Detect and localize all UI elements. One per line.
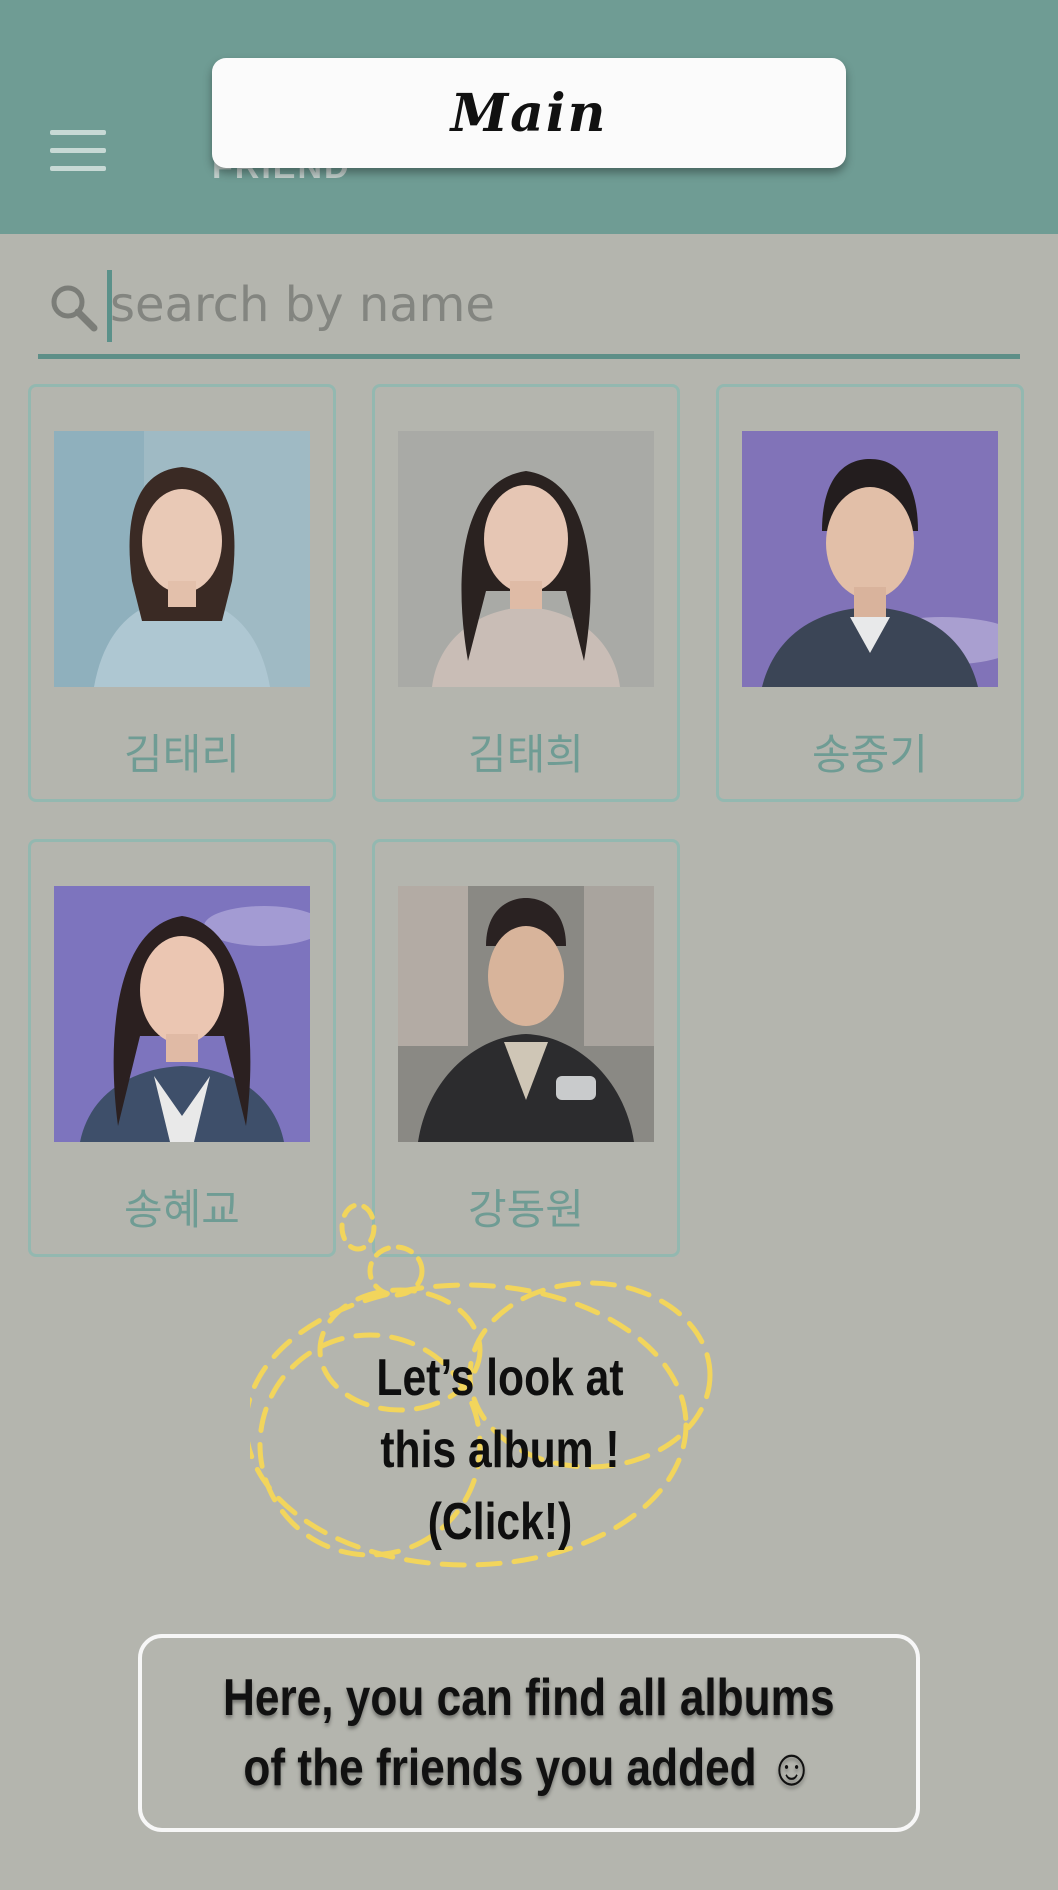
search-input[interactable] [110, 272, 990, 338]
tip-line: (Click!) [427, 1493, 573, 1551]
friend-photo [54, 886, 310, 1142]
friend-photo [398, 886, 654, 1142]
search-bar [38, 262, 1020, 362]
tutorial-banner: Here, you can find all albums of the fri… [138, 1634, 920, 1832]
tip-line: Let’s look at [376, 1349, 624, 1407]
search-icon [51, 285, 98, 332]
main-title-card: Main [212, 58, 846, 168]
tip-text[interactable]: Let’s look at this album ! (Click!) [352, 1342, 647, 1558]
friend-card-1[interactable]: 김태리 [28, 384, 336, 802]
friend-card-3[interactable]: 송중기 [716, 384, 1024, 802]
hamburger-menu-icon[interactable] [50, 130, 106, 172]
tip-line: this album ! [380, 1421, 620, 1479]
friend-name: 송중기 [812, 730, 928, 779]
friend-name: 김태리 [124, 730, 240, 779]
tutorial-banner-text: Here, you can find all albums of the fri… [223, 1669, 835, 1797]
friend-photo [54, 431, 310, 687]
search-underline [38, 354, 1020, 359]
friend-photo [742, 431, 998, 687]
friend-card-2[interactable]: 김태희 [372, 384, 680, 802]
main-title: Main [450, 82, 608, 144]
friend-photo [398, 431, 654, 687]
friend-name: 김태희 [468, 730, 584, 779]
